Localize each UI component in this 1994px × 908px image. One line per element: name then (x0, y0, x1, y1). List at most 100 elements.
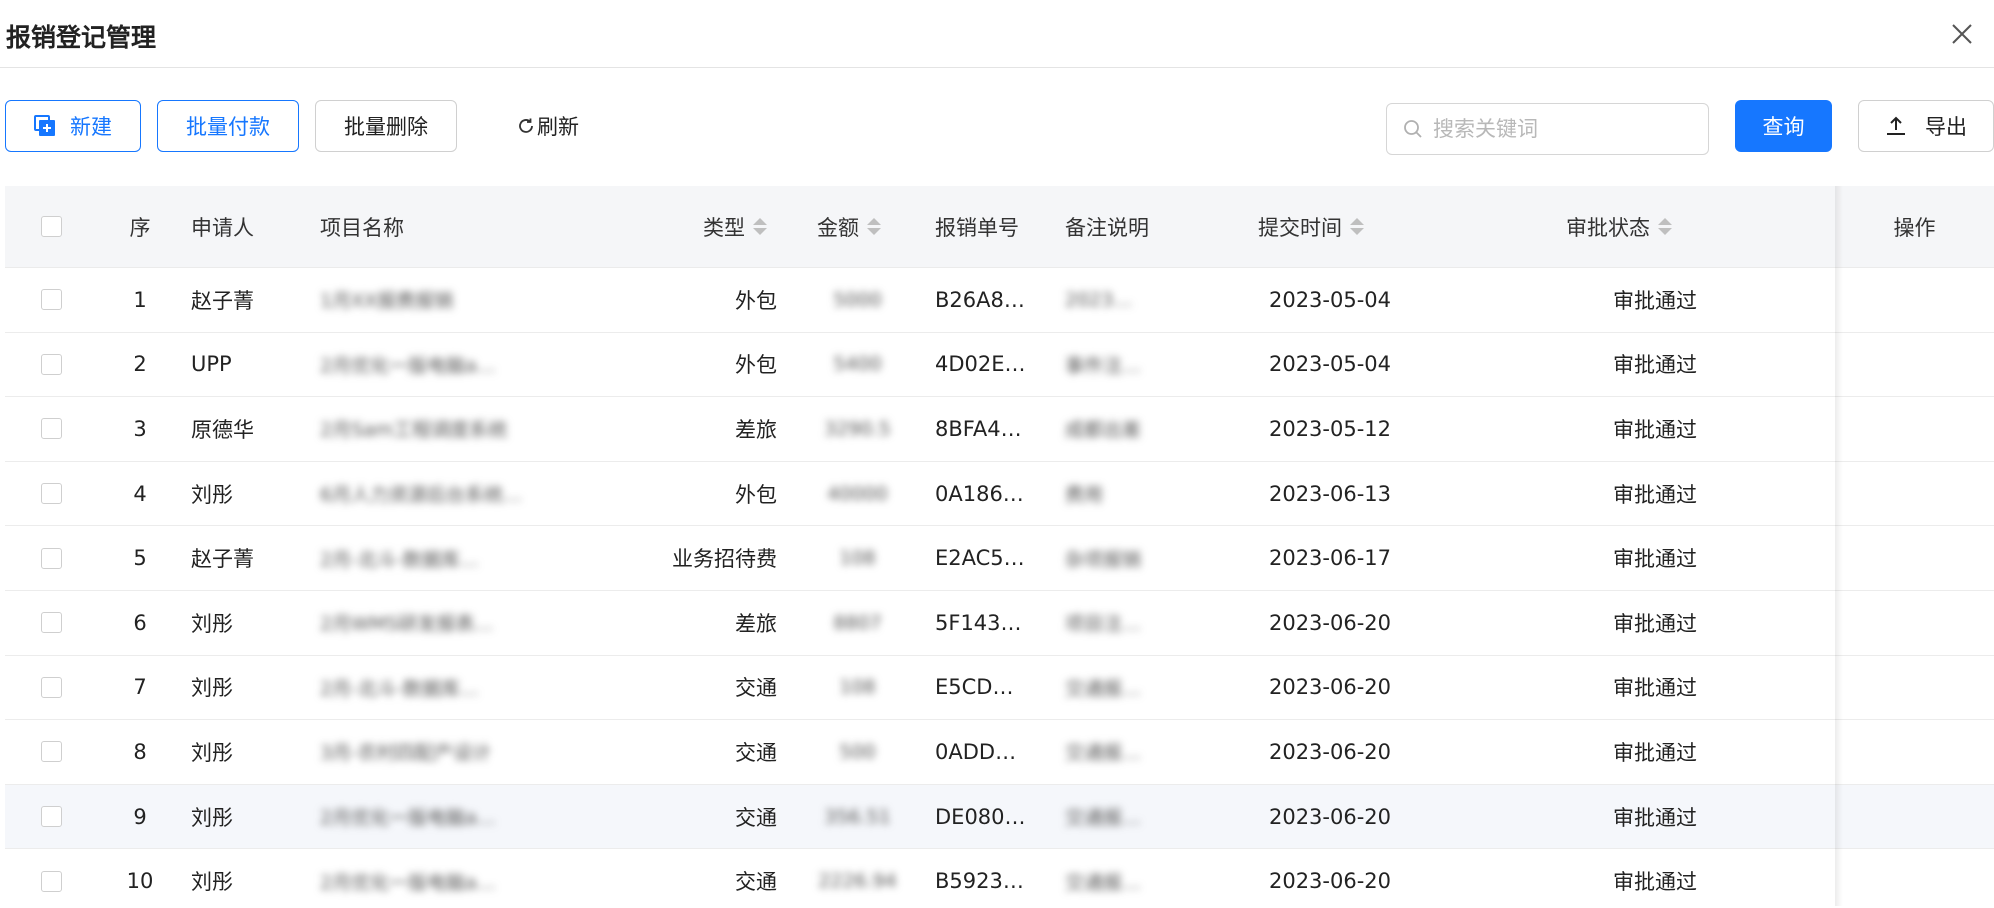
row-amount-text: 356.51 (824, 805, 891, 828)
row-amount: 108 (805, 526, 910, 590)
table-row[interactable]: 4 刘彤 6月人力资源后台系统… 外包 40000 0A186… 费用 2023… (5, 462, 1994, 527)
table-row[interactable]: 9 刘彤 2月优化一版电脑a… 交通 356.51 DE080… 交通报… 20… (5, 784, 1994, 850)
row-project: 2月-北斗-数据库… (320, 526, 550, 590)
row-submit-time: 2023-06-20 (1268, 739, 1392, 764)
row-checkbox[interactable] (40, 870, 62, 892)
table-row[interactable]: 1 赵子菁 1月XX报费报销 外包 5000 B26A8… 2023… 2023… (5, 268, 1994, 333)
row-number: E5CD… (935, 675, 1014, 700)
row-checkbox[interactable] (40, 547, 62, 569)
row-index: 7 (133, 675, 147, 700)
row-note-text: 成都出差 (1065, 419, 1142, 442)
refresh-label: 刷新 (537, 115, 579, 139)
batch-delete-button[interactable]: 批量删除 (315, 100, 457, 152)
search-input[interactable] (1433, 117, 1693, 141)
row-note: 交通报… (1065, 849, 1175, 908)
row-number: 0A186… (935, 481, 1024, 506)
query-label: 查询 (1762, 115, 1805, 139)
row-checkbox[interactable] (40, 676, 62, 698)
row-submit-time: 2023-06-17 (1268, 546, 1392, 571)
row-amount: 108 (805, 656, 910, 720)
row-number: B5923… (935, 869, 1024, 894)
sort-icon[interactable] (867, 218, 881, 235)
row-amount: 8807 (805, 591, 910, 655)
col-operation: 操作 (1893, 215, 1936, 240)
row-operation (1835, 462, 1994, 526)
row-operation (1835, 849, 1994, 908)
row-number: DE080… (935, 804, 1026, 829)
row-project-text: 2月优化一版电脑a… (320, 871, 496, 894)
row-submit-time: 2023-05-04 (1268, 352, 1392, 377)
row-checkbox[interactable] (40, 289, 62, 311)
row-note-text: 项目注… (1065, 613, 1142, 636)
row-submit-time: 2023-05-04 (1268, 287, 1392, 312)
table-row[interactable]: 2 UPP 2月优化一版电脑a… 外包 5400 4D02E… 事件注… 202… (5, 333, 1994, 398)
row-project-text: 6月人力资源后台系统… (320, 484, 523, 507)
col-submit-time[interactable]: 提交时间 (1230, 186, 1430, 267)
sort-icon[interactable] (1658, 218, 1672, 235)
col-type[interactable]: 类型 (605, 186, 777, 267)
query-button[interactable]: 查询 (1735, 100, 1832, 152)
export-label: 导出 (1925, 115, 1967, 139)
row-checkbox[interactable] (40, 483, 62, 505)
new-button[interactable]: 新建 (5, 100, 141, 152)
row-applicant: 赵子菁 (191, 547, 254, 572)
batch-pay-label: 批量付款 (186, 115, 270, 139)
row-applicant: 刘彤 (191, 805, 233, 830)
row-select-cell (39, 526, 63, 590)
refresh-icon (519, 118, 533, 133)
export-button[interactable]: 导出 (1858, 100, 1994, 152)
expense-table: 序 申请人 项目名称 类型 金额 报销单号 备注说明 提交时间 审批状态 操作 (5, 186, 1994, 908)
col-project: 项目名称 (320, 215, 404, 240)
table-row[interactable]: 8 刘彤 3月-农村四配产设计 交通 500 0ADD… 交通报… 2023-0… (5, 720, 1994, 785)
row-number: E2AC5… (935, 546, 1025, 571)
row-project: 2月-北斗-数据库… (320, 656, 550, 720)
select-all-checkbox[interactable] (40, 216, 62, 237)
row-note: 杂项报销 (1065, 526, 1175, 590)
row-checkbox[interactable] (40, 418, 62, 440)
batch-pay-button[interactable]: 批量付款 (157, 100, 299, 152)
row-project-text: 2月优化一版电脑a… (320, 354, 496, 377)
table-row[interactable]: 3 原德华 2月Sam工程调度系统 差旅 3290.5 8BFA4… 成都出差 … (5, 397, 1994, 462)
refresh-button[interactable]: 刷新 (508, 100, 588, 152)
col-status[interactable]: 审批状态 (1525, 186, 1785, 267)
row-note-text: 交通报… (1065, 742, 1142, 765)
row-status: 审批通过 (1613, 676, 1697, 701)
sort-icon[interactable] (1350, 218, 1364, 235)
row-note: 2023… (1065, 268, 1175, 332)
row-index: 4 (133, 481, 147, 506)
row-note: 事件注… (1065, 333, 1175, 397)
row-status: 审批通过 (1613, 547, 1697, 572)
row-checkbox[interactable] (40, 612, 62, 634)
table-row[interactable]: 5 赵子菁 2月-北斗-数据库… 业务招待费 108 E2AC5… 杂项报销 2… (5, 526, 1994, 591)
row-note-text: 交通报… (1065, 871, 1142, 894)
row-note: 成都出差 (1065, 397, 1175, 461)
row-checkbox[interactable] (40, 741, 62, 763)
col-amount[interactable]: 金额 (805, 186, 910, 267)
col-number: 报销单号 (935, 215, 1019, 240)
row-index: 1 (133, 287, 147, 312)
row-amount-text: 500 (839, 740, 876, 763)
row-status: 审批通过 (1613, 353, 1697, 378)
close-icon[interactable] (1948, 20, 1976, 48)
row-number: B26A8… (935, 287, 1025, 312)
table-row[interactable]: 10 刘彤 2月优化一版电脑a… 交通 2226.94 B5923… 交通报… … (5, 849, 1994, 908)
row-applicant: 原德华 (191, 417, 254, 442)
new-button-label: 新建 (70, 115, 112, 139)
sort-icon[interactable] (753, 218, 767, 235)
col-type-label: 类型 (703, 215, 745, 240)
row-number: 4D02E… (935, 352, 1026, 377)
row-applicant: 刘彤 (191, 870, 233, 895)
row-amount-text: 2226.94 (818, 870, 897, 893)
row-amount-text: 40000 (827, 482, 888, 505)
table-body: 1 赵子菁 1月XX报费报销 外包 5000 B26A8… 2023… 2023… (5, 268, 1994, 908)
search-box[interactable] (1386, 103, 1709, 155)
table-row[interactable]: 6 刘彤 2月WMS研发报表… 差旅 8807 5F143… 项目注… 2023… (5, 591, 1994, 656)
row-applicant: UPP (191, 352, 232, 377)
row-amount: 5000 (805, 268, 910, 332)
col-submit-time-label: 提交时间 (1258, 215, 1342, 240)
row-checkbox[interactable] (40, 806, 62, 828)
row-type: 差旅 (735, 417, 777, 442)
row-index: 6 (133, 610, 147, 635)
row-checkbox[interactable] (40, 353, 62, 375)
table-row[interactable]: 7 刘彤 2月-北斗-数据库… 交通 108 E5CD… 交通报… 2023-0… (5, 656, 1994, 721)
